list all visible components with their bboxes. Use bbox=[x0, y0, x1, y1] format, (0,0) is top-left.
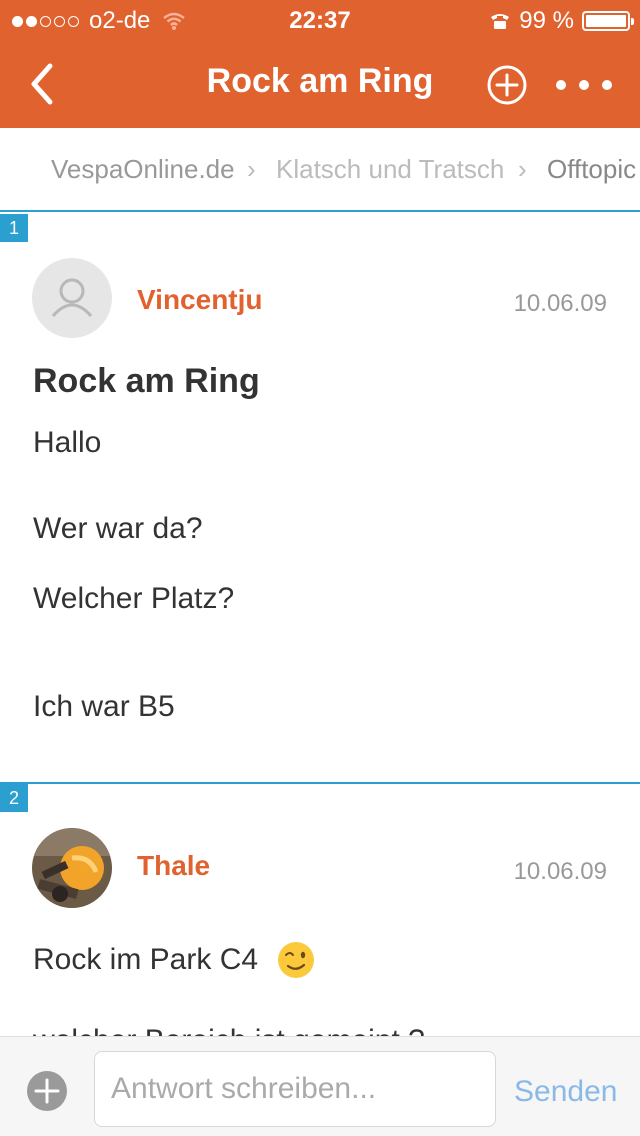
post-text-line: welcher Bereich ist gemeint ? bbox=[33, 1024, 425, 1036]
battery-percent: 99 % bbox=[519, 7, 574, 34]
user-photo-icon bbox=[32, 828, 112, 908]
reply-bar: Senden bbox=[0, 1036, 640, 1136]
post-text-line: Welcher Platz? bbox=[33, 582, 235, 615]
phone-icon bbox=[491, 14, 510, 29]
post-1: 1 Vincentju 10.06.09 Rock am Ring Hallo … bbox=[0, 214, 640, 782]
post-date: 10.06.09 bbox=[513, 290, 607, 317]
post-author[interactable]: Thale bbox=[137, 850, 210, 882]
breadcrumb-item-offtopic[interactable]: Offtopic bbox=[547, 154, 636, 185]
plus-circle-icon bbox=[487, 65, 527, 105]
new-topic-button[interactable] bbox=[486, 64, 528, 106]
post-date: 10.06.09 bbox=[513, 858, 607, 885]
post-text-row: Rock im Park C4 bbox=[33, 940, 316, 980]
avatar[interactable] bbox=[32, 828, 112, 908]
post-number: 2 bbox=[0, 784, 28, 812]
avatar[interactable] bbox=[32, 258, 112, 338]
wink-emoji-icon bbox=[278, 942, 315, 978]
breadcrumb-item-klatsch[interactable]: Klatsch und Tratsch bbox=[276, 154, 504, 185]
page-title: Rock am Ring bbox=[206, 62, 434, 100]
post-text-line: Wer war da? bbox=[33, 512, 203, 545]
post-text-line: Ich war B5 bbox=[33, 690, 175, 723]
plus-icon bbox=[34, 1078, 60, 1104]
navigation-bar: Rock am Ring bbox=[0, 40, 640, 128]
post-text-line: Hallo bbox=[33, 426, 102, 459]
more-options-button[interactable] bbox=[556, 70, 612, 100]
reply-input[interactable] bbox=[94, 1051, 496, 1127]
post-2: 2 Thale 10.06.09 Rock im Park C4 welcher… bbox=[0, 784, 640, 1036]
post-title: Rock am Ring bbox=[33, 362, 260, 400]
attach-button[interactable] bbox=[27, 1071, 67, 1111]
send-button[interactable]: Senden bbox=[514, 1075, 617, 1109]
more-dots-icon bbox=[556, 80, 566, 90]
breadcrumb-chevron-icon: › bbox=[247, 154, 256, 184]
post-text-line: Rock im Park C4 bbox=[33, 943, 259, 976]
status-bar: o2-de 22:37 99 % bbox=[0, 0, 640, 40]
status-right: 99 % bbox=[489, 7, 634, 35]
user-placeholder-icon bbox=[51, 278, 93, 318]
breadcrumb-item-vespaonline[interactable]: VespaOnline.de bbox=[51, 154, 235, 185]
battery-level bbox=[586, 15, 626, 27]
post-author[interactable]: Vincentju bbox=[137, 284, 263, 316]
breadcrumb-chevron-icon: › bbox=[518, 154, 527, 184]
battery-icon bbox=[582, 11, 634, 31]
post-number: 1 bbox=[0, 214, 28, 242]
breadcrumb: VespaOnline.de › Klatsch und Tratsch › O… bbox=[0, 128, 640, 212]
